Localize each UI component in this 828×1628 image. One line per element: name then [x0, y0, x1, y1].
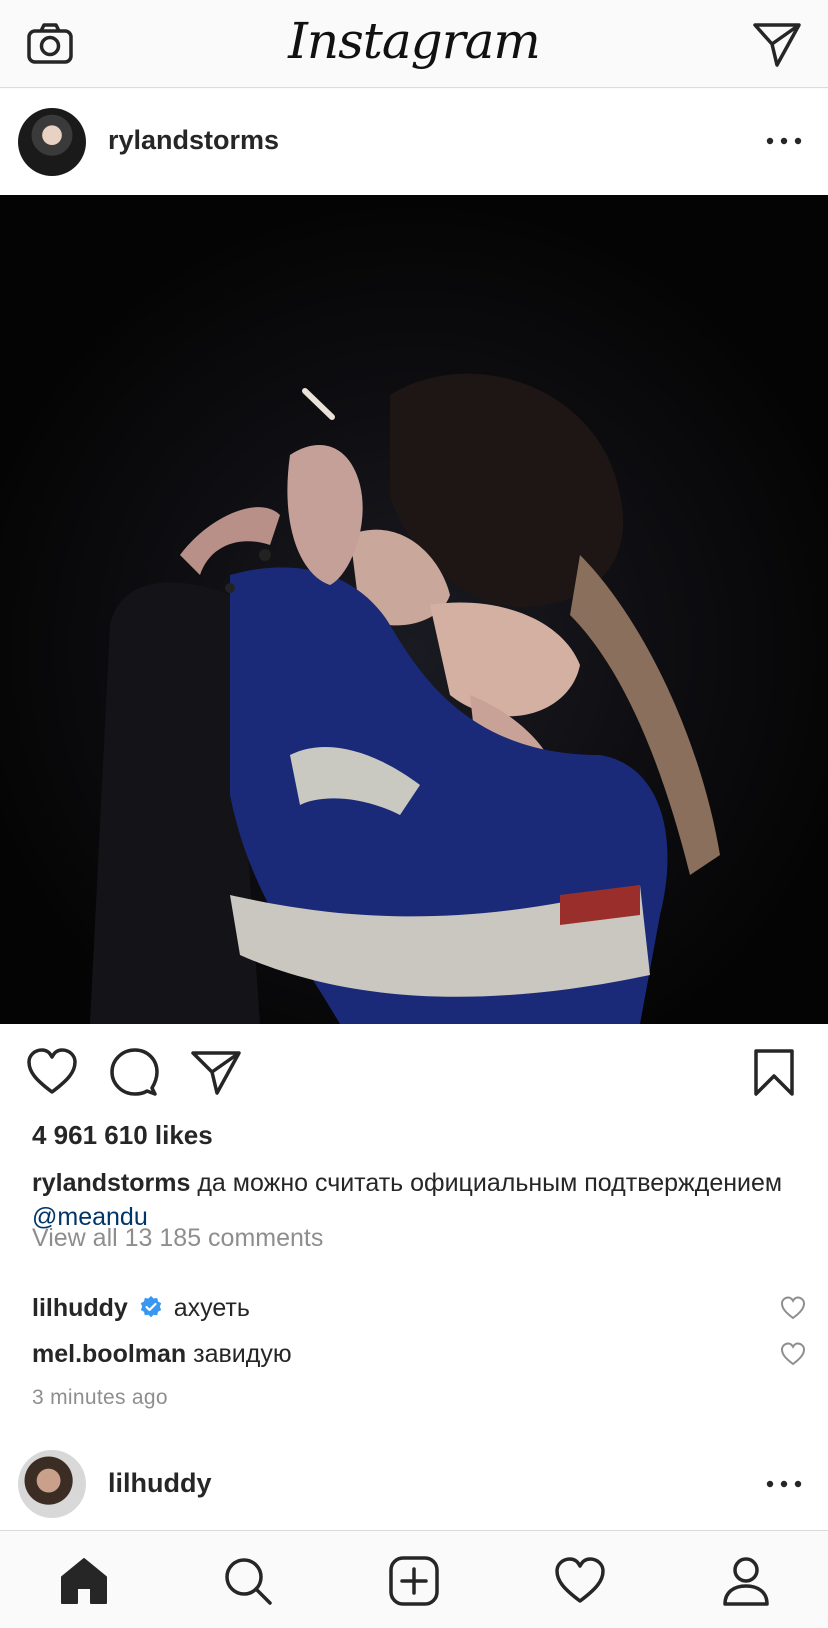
caption-text: да можно считать официальным подтвержден…	[197, 1169, 783, 1197]
post-username[interactable]: rylandstorms	[108, 125, 279, 156]
top-bar: Instagram	[0, 0, 828, 88]
comment-text: ахуеть	[173, 1294, 250, 1322]
comment-username[interactable]: mel.boolman	[32, 1340, 186, 1368]
home-icon[interactable]	[58, 1555, 110, 1607]
verified-badge-icon	[140, 1296, 161, 1318]
comment-like-heart-icon[interactable]	[780, 1296, 806, 1320]
view-all-comments-link[interactable]: View all 13 185 comments	[32, 1224, 323, 1253]
post-timestamp: 3 minutes ago	[32, 1386, 168, 1409]
heart-icon[interactable]	[26, 1048, 78, 1096]
next-post-username[interactable]: lilhuddy	[108, 1468, 212, 1499]
avatar[interactable]	[18, 108, 86, 176]
activity-heart-icon[interactable]	[554, 1555, 606, 1607]
instagram-logo[interactable]: Instagram	[0, 12, 828, 70]
comment-like-heart-icon[interactable]	[780, 1342, 806, 1366]
likes-count[interactable]: 4 961 610 likes	[32, 1120, 213, 1151]
bottom-tab-bar	[0, 1530, 828, 1628]
bookmark-icon[interactable]	[752, 1048, 796, 1096]
ellipsis-icon[interactable]	[764, 136, 804, 146]
post-photo[interactable]	[0, 195, 828, 1024]
next-post-header: lilhuddy	[0, 1430, 828, 1530]
post-header: rylandstorms	[0, 89, 828, 195]
photo-image	[0, 195, 828, 1024]
avatar[interactable]	[18, 1450, 86, 1518]
caption-username[interactable]: rylandstorms	[32, 1169, 190, 1197]
search-icon[interactable]	[222, 1555, 274, 1607]
profile-icon[interactable]	[720, 1555, 772, 1607]
paper-plane-icon[interactable]	[752, 20, 802, 68]
add-post-icon[interactable]	[388, 1555, 440, 1607]
comment-icon[interactable]	[108, 1048, 160, 1096]
comment-text: завидую	[193, 1340, 292, 1368]
comment-username[interactable]: lilhuddy	[32, 1294, 128, 1322]
comment-row: lilhuddy ахуеть	[32, 1292, 772, 1324]
comment-row: mel.boolman завидую	[32, 1338, 772, 1370]
ellipsis-icon[interactable]	[764, 1479, 804, 1489]
share-icon[interactable]	[190, 1048, 242, 1096]
